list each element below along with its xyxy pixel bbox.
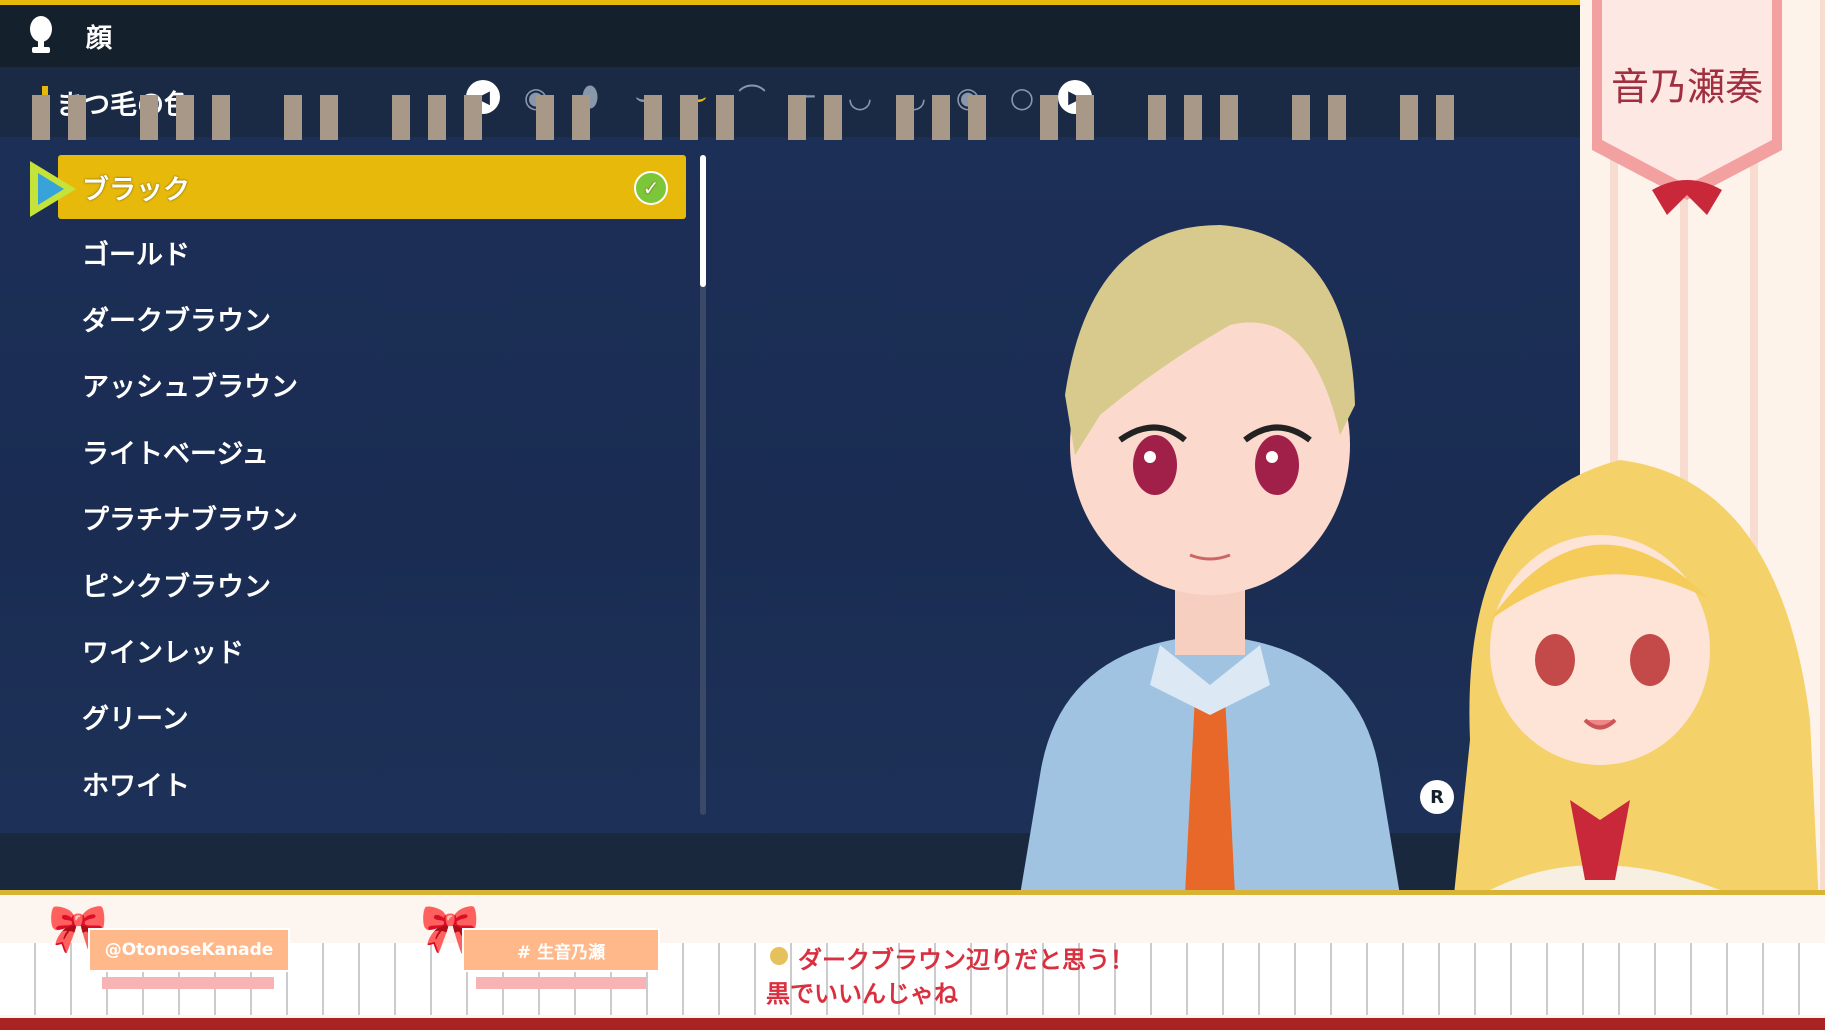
piano-black-key xyxy=(896,95,914,140)
chat-avatar-icon xyxy=(768,945,790,967)
piano-black-key xyxy=(680,95,698,140)
piano-black-key xyxy=(284,95,302,140)
top-bar: 顔 xyxy=(0,5,1580,67)
piano-black-key xyxy=(1148,95,1166,140)
color-option-label: アッシュブラウン xyxy=(82,372,298,404)
category-tabs: ◀◉⬮⌣⌣⌒⌐◡◡◉○▶ xyxy=(466,79,1092,115)
piano-black-key xyxy=(428,95,446,140)
selection-cursor-inner-icon xyxy=(38,173,64,205)
color-option-label: ライトベージュ xyxy=(82,438,269,470)
color-option[interactable]: ピンクブラウン xyxy=(0,551,700,617)
piano-black-key xyxy=(68,95,86,140)
piano-black-key xyxy=(644,95,662,140)
piano-black-key xyxy=(716,95,734,140)
scrollbar[interactable] xyxy=(700,155,706,815)
overlay-bottom-bar xyxy=(0,1018,1825,1030)
color-option-label: プラチナブラウン xyxy=(82,505,298,537)
color-option-list: ブラック ✓ ゴールドダークブラウン アッシュブラウン ライトベージュ プラチナブラウンピ… xyxy=(0,155,700,817)
character-preview xyxy=(1020,225,1400,895)
color-option-label: ワインレッド xyxy=(82,638,244,670)
piano-black-key xyxy=(572,95,590,140)
piano-black-key xyxy=(1436,95,1454,140)
tag-underline xyxy=(102,977,274,989)
color-option-label: グリーン xyxy=(82,704,189,736)
color-option-label: ホワイト xyxy=(82,770,190,802)
color-option[interactable]: ダークブラウン xyxy=(0,285,700,351)
hashtag-label: # 生音乃瀬 xyxy=(462,928,660,972)
piano-black-key xyxy=(1220,95,1238,140)
color-option-label: ダークブラウン xyxy=(82,306,271,338)
piano-black-key xyxy=(320,95,338,140)
color-option[interactable]: アッシュブラウン xyxy=(0,352,700,418)
piano-black-key xyxy=(392,95,410,140)
color-option-label: ピンクブラウン xyxy=(82,571,271,603)
color-option[interactable]: ホワイト xyxy=(0,750,700,816)
piano-black-key xyxy=(536,95,554,140)
piano-black-key xyxy=(932,95,950,140)
color-option[interactable]: ワインレッド xyxy=(0,617,700,683)
piano-black-key xyxy=(1184,95,1202,140)
piano-black-key xyxy=(824,95,842,140)
page-title: 顔 xyxy=(86,23,113,54)
color-option-label: ゴールド xyxy=(82,239,190,271)
piano-black-key xyxy=(1076,95,1094,140)
color-option[interactable]: ライトベージュ xyxy=(0,418,700,484)
scrollbar-thumb[interactable] xyxy=(700,155,706,287)
lips-icon[interactable]: ◡ xyxy=(842,79,878,115)
twitter-handle: @OtonoseKanade xyxy=(88,928,290,972)
chat-message: ダークブラウン辺りだと思う！ xyxy=(798,946,1134,974)
piano-black-key xyxy=(176,95,194,140)
piano-black-key xyxy=(212,95,230,140)
svg-text:音乃瀬奏: 音乃瀬奏 xyxy=(1611,65,1763,109)
tag-underline xyxy=(476,977,646,989)
color-option[interactable]: ブラック ✓ xyxy=(58,155,686,219)
color-option-label: ブラック xyxy=(82,174,190,206)
piano-black-key xyxy=(1040,95,1058,140)
color-option[interactable]: グリーン xyxy=(0,684,700,750)
piano-black-key xyxy=(1328,95,1346,140)
face-silhouette-icon xyxy=(30,16,52,53)
face-blush-icon[interactable]: ○ xyxy=(1004,79,1040,115)
check-icon: ✓ xyxy=(634,171,668,205)
eyebrow-icon[interactable]: ⌒ xyxy=(734,79,770,115)
channel-logo: 音乃瀬奏 xyxy=(1592,0,1782,215)
color-option[interactable]: プラチナブラウン xyxy=(0,485,700,551)
chat-message: 黒でいいんじゃね xyxy=(766,980,958,1008)
piano-black-key xyxy=(968,95,986,140)
color-option[interactable]: ゴールド xyxy=(0,219,700,285)
piano-black-key xyxy=(140,95,158,140)
piano-black-key xyxy=(788,95,806,140)
piano-black-key xyxy=(1400,95,1418,140)
piano-black-key xyxy=(464,95,482,140)
piano-black-key xyxy=(32,95,50,140)
piano-black-key xyxy=(1292,95,1310,140)
